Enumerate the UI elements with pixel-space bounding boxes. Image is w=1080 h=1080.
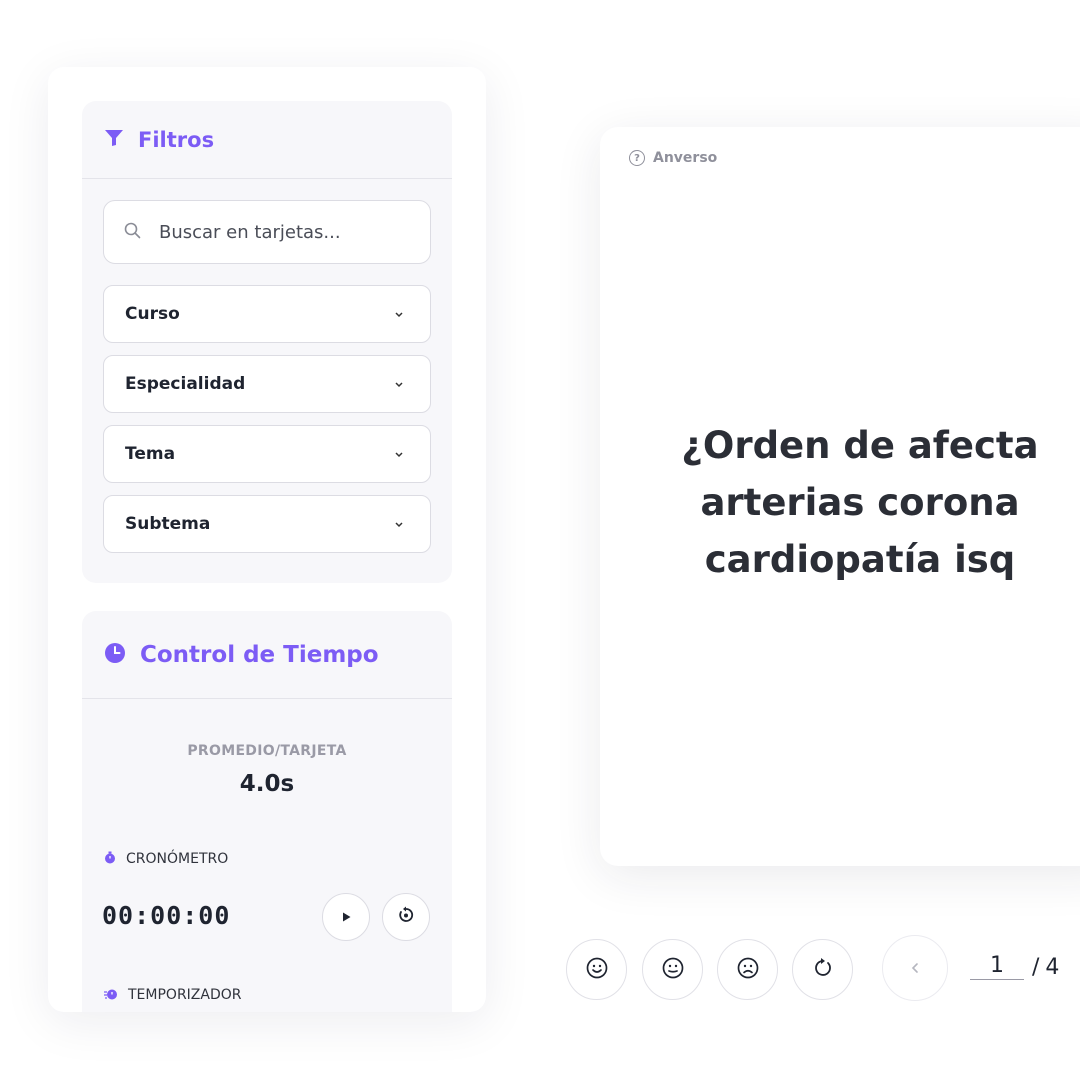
chevron-down-icon (394, 378, 404, 391)
timer-label: TEMPORIZADOR (128, 987, 242, 1003)
repeat-icon (812, 957, 834, 983)
time-control-card: Control de Tiempo PROMEDIO/TARJETA 4.0s … (82, 611, 452, 1012)
page-separator: / (1032, 955, 1040, 980)
chevron-down-icon (394, 448, 404, 461)
sad-face-icon (737, 957, 759, 983)
filters-title: Filtros (138, 127, 215, 152)
subtopic-select-label: Subtema (125, 514, 211, 534)
play-icon (340, 908, 352, 927)
chevron-down-icon (394, 308, 404, 321)
page-indicator: 1 / 4 (970, 953, 1059, 980)
search-icon (124, 222, 141, 243)
reset-icon (397, 906, 415, 928)
question-line: cardiopatía isq (704, 538, 1016, 581)
play-button[interactable] (322, 893, 370, 941)
repeat-button[interactable] (792, 939, 853, 1000)
subtopic-select[interactable]: Subtema (103, 495, 431, 553)
card-question: ¿Orden de afecta arterias corona cardiop… (600, 417, 1080, 588)
topic-select-label: Tema (125, 444, 176, 464)
prev-card-button[interactable] (882, 935, 948, 1001)
course-select-label: Curso (125, 304, 180, 324)
medium-button[interactable] (642, 939, 703, 1000)
stopwatch-icon (104, 851, 116, 867)
reset-button[interactable] (382, 893, 430, 941)
question-line: arterias corona (700, 481, 1020, 524)
stopwatch-label: CRONÓMETRO (126, 851, 229, 867)
hard-button[interactable] (717, 939, 778, 1000)
timer-label-row: TEMPORIZADOR (104, 987, 242, 1003)
chevron-down-icon (394, 518, 404, 531)
stopwatch-label-row: CRONÓMETRO (104, 851, 228, 867)
course-select[interactable]: Curso (103, 285, 431, 343)
specialty-select-label: Especialidad (125, 374, 246, 394)
time-control-title: Control de Tiempo (140, 641, 379, 668)
current-page-input[interactable]: 1 (970, 953, 1024, 980)
sidebar-panel: Filtros Curso Especialidad Tema Subtema (48, 67, 486, 1012)
clock-icon (104, 642, 126, 668)
card-side-tag: ? Anverso (629, 150, 717, 166)
flashcard[interactable]: ? Anverso ¿Orden de afecta arterias coro… (600, 127, 1080, 866)
total-pages: 4 (1045, 955, 1060, 980)
question-line: ¿Orden de afecta (681, 424, 1039, 467)
time-control-header: Control de Tiempo (82, 611, 452, 699)
filters-header: Filtros (82, 101, 452, 179)
smile-icon (586, 957, 608, 983)
card-side-label: Anverso (653, 150, 718, 166)
search-input[interactable] (159, 221, 409, 243)
search-field[interactable] (103, 200, 431, 264)
chevron-left-icon (910, 959, 920, 978)
stopwatch-display: 00:00:00 (102, 901, 231, 930)
average-label: PROMEDIO/TARJETA (187, 743, 347, 759)
specialty-select[interactable]: Especialidad (103, 355, 431, 413)
easy-button[interactable] (566, 939, 627, 1000)
timer-icon (104, 987, 118, 1003)
filter-icon (104, 129, 124, 151)
average-value: 4.0s (239, 771, 295, 797)
topic-select[interactable]: Tema (103, 425, 431, 483)
neutral-face-icon (662, 957, 684, 983)
filters-card: Filtros Curso Especialidad Tema Subtema (82, 101, 452, 583)
question-circle-icon: ? (629, 150, 645, 166)
